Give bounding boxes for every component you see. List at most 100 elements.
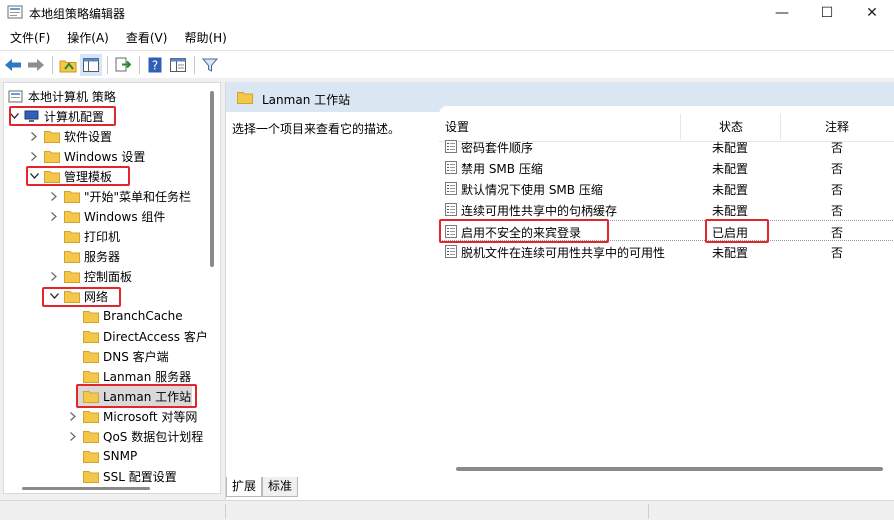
tree-item-windows-settings[interactable]: Windows 设置 bbox=[28, 146, 145, 166]
details-pane: Lanman 工作站 选择一个项目来查看它的描述。 设置 状态 注释 密码套件顺… bbox=[225, 82, 894, 500]
highlight-box bbox=[9, 106, 116, 126]
chevron-right-icon[interactable] bbox=[67, 430, 79, 442]
folder-icon bbox=[64, 270, 80, 283]
tree-item-qos[interactable]: QoS 数据包计划程 bbox=[67, 426, 203, 446]
minimize-button[interactable]: — bbox=[760, 0, 804, 26]
tree-item-label: DNS 客户端 bbox=[103, 349, 169, 364]
setting-state: 未配置 bbox=[712, 246, 749, 260]
tree-item-windows-components[interactable]: Windows 组件 bbox=[48, 206, 165, 226]
chevron-right-icon[interactable] bbox=[48, 190, 60, 202]
tree-item-software-settings[interactable]: 软件设置 bbox=[28, 126, 112, 146]
tree-item-printers[interactable]: 打印机 bbox=[64, 226, 120, 246]
tree-item-branchcache[interactable]: BranchCache bbox=[83, 306, 183, 326]
tree-item-ssl-config[interactable]: SSL 配置设置 bbox=[83, 466, 177, 486]
table-row[interactable]: 密码套件顺序 未配置 否 bbox=[439, 136, 894, 157]
list-horizontal-scrollbar[interactable] bbox=[456, 467, 883, 471]
setting-state: 未配置 bbox=[712, 141, 749, 155]
tree-item-snmp[interactable]: SNMP bbox=[83, 446, 137, 466]
folder-icon bbox=[44, 130, 60, 143]
export-list-icon bbox=[115, 57, 131, 72]
policy-setting-icon bbox=[445, 203, 457, 216]
tree-item-microsoft-p2p[interactable]: Microsoft 对等网 bbox=[67, 406, 197, 426]
tree-item-label: 服务器 bbox=[84, 249, 121, 264]
details-title: Lanman 工作站 bbox=[262, 93, 351, 107]
filter-button[interactable] bbox=[199, 54, 221, 76]
filter-icon bbox=[202, 58, 218, 72]
tree-item-lanman-server[interactable]: Lanman 服务器 bbox=[83, 366, 191, 386]
table-row[interactable]: 脱机文件在连续可用性共享中的可用性 未配置 否 bbox=[439, 241, 894, 262]
column-header-setting[interactable]: 设置 bbox=[445, 118, 469, 135]
policy-setting-icon bbox=[445, 245, 457, 258]
up-level-button[interactable] bbox=[57, 54, 79, 76]
chevron-right-icon[interactable] bbox=[28, 130, 40, 142]
table-row[interactable]: 连续可用性共享中的句柄缓存 未配置 否 bbox=[439, 199, 894, 220]
tree-item-directaccess[interactable]: DirectAccess 客户 bbox=[83, 326, 208, 346]
settings-list[interactable]: 设置 状态 注释 密码套件顺序 未配置 否 禁用 SMB 压缩 未配置 否 默认… bbox=[439, 106, 894, 476]
table-row[interactable]: 默认情况下使用 SMB 压缩 未配置 否 bbox=[439, 178, 894, 199]
forward-button[interactable] bbox=[25, 54, 47, 76]
tree-item-label: SSL 配置设置 bbox=[103, 469, 177, 484]
close-button[interactable]: ✕ bbox=[850, 0, 894, 26]
maximize-icon: ☐ bbox=[820, 5, 834, 21]
setting-note: 否 bbox=[831, 204, 844, 218]
back-arrow-icon bbox=[5, 58, 21, 71]
tree-pane[interactable]: 本地计算机 策略 计算机配置 软件设置 Windows 设置 管理模板 "开始"… bbox=[3, 82, 221, 494]
setting-note: 否 bbox=[831, 162, 844, 176]
close-icon: ✕ bbox=[866, 5, 878, 21]
tree-item-control-panel[interactable]: 控制面板 bbox=[48, 266, 132, 286]
setting-note: 否 bbox=[831, 246, 844, 260]
tab-standard[interactable]: 标准 bbox=[262, 477, 299, 497]
help-button[interactable]: ? bbox=[144, 54, 166, 76]
back-button[interactable] bbox=[2, 54, 24, 76]
folder-icon bbox=[64, 230, 80, 243]
highlight-box bbox=[42, 287, 121, 307]
show-hide-tree-icon bbox=[83, 57, 99, 72]
tree-item-server[interactable]: 服务器 bbox=[64, 246, 120, 266]
chevron-right-icon[interactable] bbox=[48, 270, 60, 282]
folder-icon bbox=[83, 450, 99, 463]
maximize-button[interactable]: ☐ bbox=[805, 0, 849, 26]
menu-file[interactable]: 文件(F) bbox=[4, 27, 56, 49]
setting-name: 密码套件顺序 bbox=[461, 141, 534, 155]
highlight-box bbox=[439, 219, 609, 243]
view-tabs: 扩展 标准 bbox=[226, 477, 299, 497]
export-list-button[interactable] bbox=[112, 54, 134, 76]
folder-icon bbox=[64, 210, 80, 223]
status-separator bbox=[225, 504, 226, 519]
chevron-right-icon[interactable] bbox=[28, 150, 40, 162]
menu-action[interactable]: 操作(A) bbox=[61, 27, 115, 49]
chevron-right-icon[interactable] bbox=[48, 210, 60, 222]
menu-help[interactable]: 帮助(H) bbox=[178, 27, 232, 49]
tree-vertical-scrollbar[interactable] bbox=[210, 91, 214, 267]
column-header-state[interactable]: 状态 bbox=[719, 118, 743, 135]
status-separator bbox=[648, 504, 649, 519]
properties-icon bbox=[170, 57, 186, 72]
column-header-note[interactable]: 注释 bbox=[825, 118, 849, 135]
tree-item-label: 软件设置 bbox=[64, 129, 113, 144]
tree-item-start-menu-taskbar[interactable]: "开始"菜单和任务栏 bbox=[48, 186, 191, 206]
setting-state: 未配置 bbox=[712, 204, 749, 218]
tree-item-label: DirectAccess 客户 bbox=[103, 329, 208, 344]
tab-extended[interactable]: 扩展 bbox=[226, 477, 263, 497]
tree-horizontal-scrollbar[interactable] bbox=[22, 487, 150, 490]
forward-arrow-icon bbox=[28, 58, 44, 71]
computer-policy-icon bbox=[8, 90, 23, 102]
setting-state: 未配置 bbox=[712, 183, 749, 197]
group-policy-app-icon bbox=[7, 5, 23, 19]
folder-icon bbox=[83, 430, 99, 443]
setting-note: 否 bbox=[831, 141, 844, 155]
menu-view[interactable]: 查看(V) bbox=[120, 27, 174, 49]
setting-note: 否 bbox=[831, 226, 844, 240]
menu-bar: 文件(F) 操作(A) 查看(V) 帮助(H) bbox=[0, 26, 894, 50]
chevron-right-icon[interactable] bbox=[67, 410, 79, 422]
setting-note: 否 bbox=[831, 183, 844, 197]
tree-item-dns-client[interactable]: DNS 客户端 bbox=[83, 346, 169, 366]
minimize-icon: — bbox=[775, 5, 789, 21]
tree-item-local-computer-policy[interactable]: 本地计算机 策略 bbox=[8, 86, 116, 106]
folder-icon bbox=[83, 330, 99, 343]
folder-icon bbox=[83, 370, 99, 383]
table-row[interactable]: 禁用 SMB 压缩 未配置 否 bbox=[439, 157, 894, 178]
show-hide-tree-button[interactable] bbox=[80, 53, 102, 76]
tree-item-label: Microsoft 对等网 bbox=[103, 409, 198, 424]
properties-button[interactable] bbox=[167, 54, 189, 76]
